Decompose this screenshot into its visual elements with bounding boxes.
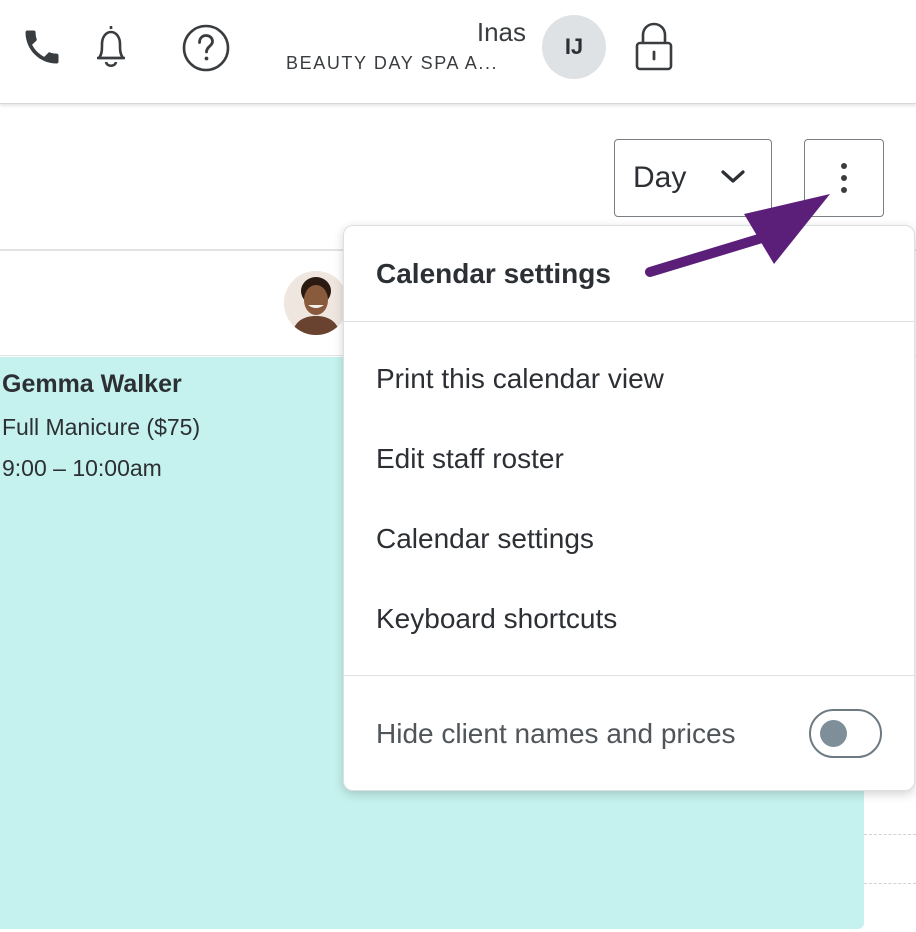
- menu-divider: [344, 321, 914, 322]
- toggle-knob: [820, 720, 847, 747]
- appointment-client-name: Gemma Walker: [2, 370, 182, 398]
- menu-divider: [344, 675, 914, 676]
- hide-client-names-label: Hide client names and prices: [376, 718, 736, 749]
- staff-photo-icon: [284, 271, 348, 335]
- hide-client-names-toggle[interactable]: [809, 709, 882, 758]
- calendar-options-menu: [343, 225, 915, 791]
- staff-avatar[interactable]: [284, 271, 348, 335]
- menu-item-calendar-settings[interactable]: Calendar settings: [376, 523, 594, 555]
- menu-item-keyboard-shortcuts[interactable]: Keyboard shortcuts: [376, 603, 617, 635]
- time-slot-divider: [864, 834, 916, 835]
- top-header: Inas BEAUTY DAY SPA A... IJ: [0, 0, 916, 104]
- appointment-service: Full Manicure ($75): [2, 414, 201, 440]
- user-name[interactable]: Inas: [477, 17, 526, 48]
- lock-button[interactable]: [630, 20, 678, 74]
- business-name[interactable]: BEAUTY DAY SPA A...: [286, 53, 498, 74]
- lock-icon: [635, 22, 673, 71]
- annotation-arrow-icon: [645, 194, 830, 277]
- chevron-down-icon: [721, 170, 745, 183]
- notifications-button[interactable]: [86, 20, 136, 74]
- help-icon: [182, 24, 230, 72]
- bell-icon: [97, 26, 125, 68]
- user-avatar[interactable]: IJ: [542, 15, 606, 79]
- menu-item-print-view[interactable]: Print this calendar view: [376, 363, 664, 395]
- phone-button[interactable]: [18, 22, 66, 72]
- phone-icon: [25, 30, 59, 64]
- appointment-time: 9:00 – 10:00am: [2, 455, 162, 481]
- time-slot-divider: [864, 883, 916, 884]
- menu-title: Calendar settings: [376, 258, 611, 289]
- menu-item-edit-staff-roster[interactable]: Edit staff roster: [376, 443, 564, 475]
- user-initials: IJ: [564, 34, 584, 59]
- help-button[interactable]: [180, 22, 232, 74]
